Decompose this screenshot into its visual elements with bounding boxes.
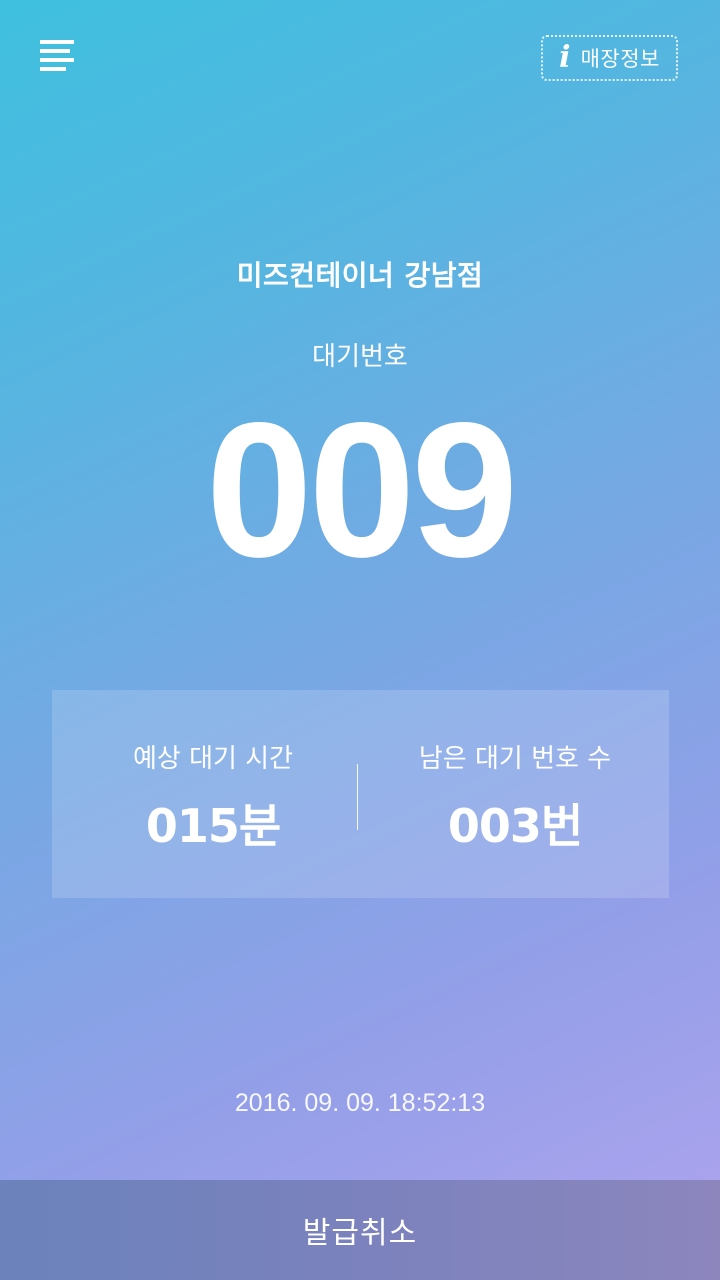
remaining-count-stat: 남은 대기 번호 수 003번 [362,690,668,898]
store-info-label: 매장정보 [580,47,660,71]
remaining-count-value: 003번 [447,799,583,853]
expected-wait-value: 015분 [145,799,281,853]
cancel-issue-button[interactable]: 발급취소 [0,1180,720,1280]
expected-wait-label: 예상 대기 시간 [132,744,294,774]
menu-icon[interactable] [40,40,76,76]
store-info-button[interactable]: i 매장정보 [541,35,678,81]
wait-stats-panel: 예상 대기 시간 015분 남은 대기 번호 수 003번 [52,690,669,898]
waiting-ticket-screen: i 매장정보 미즈컨테이너 강남점 대기번호 009 예상 대기 시간 015분… [0,0,720,1280]
expected-wait-stat: 예상 대기 시간 015분 [60,690,366,898]
issued-timestamp: 2016. 09. 09. 18:52:13 [234,1089,486,1117]
waiting-number: 009 [205,382,518,597]
remaining-count-label: 남은 대기 번호 수 [418,744,612,774]
info-icon: i [559,40,571,75]
stats-divider [357,764,358,830]
store-name: 미즈컨테이너 강남점 [236,259,484,292]
waiting-number-label: 대기번호 [312,342,408,372]
